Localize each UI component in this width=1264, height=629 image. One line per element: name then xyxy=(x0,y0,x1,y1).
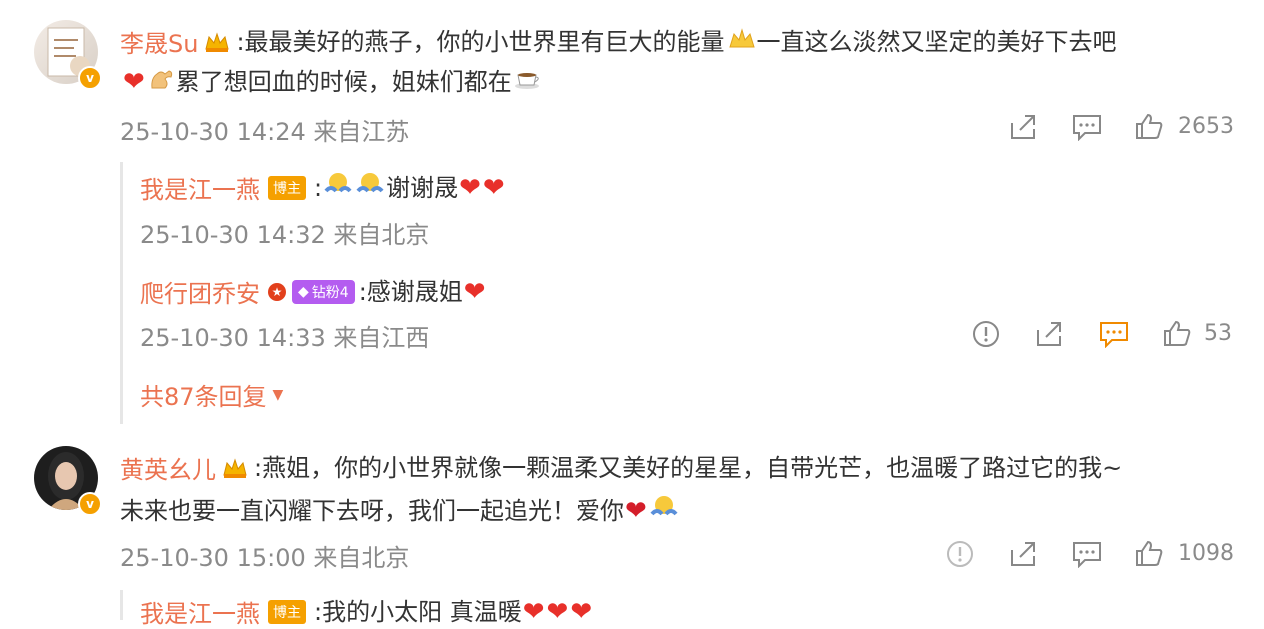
author-badge: 博主 xyxy=(268,175,306,200)
coffee-emoji-icon xyxy=(513,66,543,98)
reply-thread-divider xyxy=(120,162,123,424)
comment-text-line2: ❤ 累了想回血的时候，姐妹们都在 xyxy=(122,66,544,98)
thumbs-up-icon xyxy=(1134,539,1164,567)
sparkle-crown-emoji-icon xyxy=(726,27,756,57)
hug-emoji-icon xyxy=(649,494,679,528)
comment-header: 黄英幺儿 : 燕姐，你的小世界就像一颗温柔又美好的星星，自带光芒，也温暖了路过它… xyxy=(120,450,1122,485)
like-button[interactable]: 2653 xyxy=(1134,112,1234,140)
heart-emoji-icon: ❤ xyxy=(625,496,647,526)
share-icon[interactable] xyxy=(1008,540,1038,568)
hug-emoji-icon xyxy=(323,171,353,205)
comment-author-name[interactable]: 黄英幺儿 xyxy=(120,450,216,485)
heart-emoji-icon: ❤ xyxy=(123,67,145,97)
comment-text-line2: 未来也要一直闪耀下去呀，我们一起追光！爱你 ❤ xyxy=(120,494,680,528)
reply-header: 爬行团乔安 ★ ◆ 钻粉4 : 感谢晟姐 ❤ xyxy=(140,274,487,309)
verified-badge-icon: v xyxy=(78,492,102,516)
reply-header: 我是江一燕 博主 : 谢谢晟 ❤ ❤ xyxy=(140,170,506,205)
like-count: 1098 xyxy=(1178,540,1234,566)
reply-text: 感谢晟姐 xyxy=(366,277,463,306)
like-count: 2653 xyxy=(1178,113,1234,139)
share-icon[interactable] xyxy=(1008,113,1038,141)
comment-icon[interactable] xyxy=(1071,540,1103,568)
muscle-emoji-icon xyxy=(147,66,175,98)
comment-timestamp: 25-10-30 15:00 来自北京 xyxy=(120,544,410,572)
heart-emoji-icon: ❤ xyxy=(546,596,569,627)
comment-text: 最最美好的燕子，你的小世界里有巨大的能量 xyxy=(244,27,725,56)
like-button[interactable]: 53 xyxy=(1162,319,1232,347)
medal-icon: ★ xyxy=(268,282,286,301)
heart-emoji-icon: ❤ xyxy=(522,596,545,627)
thumbs-up-icon xyxy=(1162,319,1192,347)
fan-badge: ◆ 钻粉4 xyxy=(292,279,355,304)
reply-author-name[interactable]: 我是江一燕 xyxy=(140,170,260,205)
reply-timestamp: 25-10-30 14:33 来自江西 xyxy=(140,324,430,352)
more-replies-link[interactable]: 共87条回复 ▼ xyxy=(140,377,283,412)
caret-down-icon: ▼ xyxy=(272,386,284,403)
reply-author-name[interactable]: 爬行团乔安 xyxy=(140,274,260,309)
reply-text: 谢谢晟 xyxy=(386,173,459,202)
report-icon[interactable] xyxy=(972,320,1000,348)
reply-timestamp: 25-10-30 14:32 来自北京 xyxy=(140,221,430,249)
heart-emoji-icon: ❤ xyxy=(482,172,505,203)
comment-text: 燕姐，你的小世界就像一颗温柔又美好的星星，自带光芒，也温暖了路过它的我~ xyxy=(262,453,1123,482)
share-icon[interactable] xyxy=(1034,320,1064,348)
vip-crown-icon xyxy=(202,30,232,54)
thumbs-up-icon xyxy=(1134,112,1164,140)
vip-crown-icon xyxy=(220,456,250,480)
heart-emoji-icon: ❤ xyxy=(570,596,593,627)
verified-badge-icon: v xyxy=(78,66,102,90)
reply-thread-divider xyxy=(120,590,123,620)
author-badge: 博主 xyxy=(268,599,306,624)
comment-icon-active[interactable] xyxy=(1098,320,1130,348)
comment-text-continued: 一直这么淡然又坚定的美好下去吧 xyxy=(756,27,1117,56)
comment-header: 李晟Su : 最最美好的燕子，你的小世界里有巨大的能量 一直这么淡然又坚定的美好… xyxy=(120,24,1117,59)
heart-emoji-icon: ❤ xyxy=(459,172,481,203)
heart-emoji-icon: ❤ xyxy=(463,276,486,307)
like-button[interactable]: 1098 xyxy=(1134,539,1234,567)
comment-timestamp: 25-10-30 14:24 来自江苏 xyxy=(120,118,410,146)
reply-header: 我是江一燕 博主 : 我的小太阳 真温暖 ❤ ❤ ❤ xyxy=(140,594,593,629)
reply-author-name[interactable]: 我是江一燕 xyxy=(140,594,260,629)
diamond-icon: ◆ xyxy=(298,283,309,300)
comment-author-name[interactable]: 李晟Su xyxy=(120,24,198,59)
like-count: 53 xyxy=(1204,320,1232,346)
hug-emoji-icon xyxy=(355,171,385,205)
reply-text: 我的小太阳 真温暖 xyxy=(322,597,522,626)
report-icon[interactable] xyxy=(946,540,974,568)
comment-icon[interactable] xyxy=(1071,113,1103,141)
